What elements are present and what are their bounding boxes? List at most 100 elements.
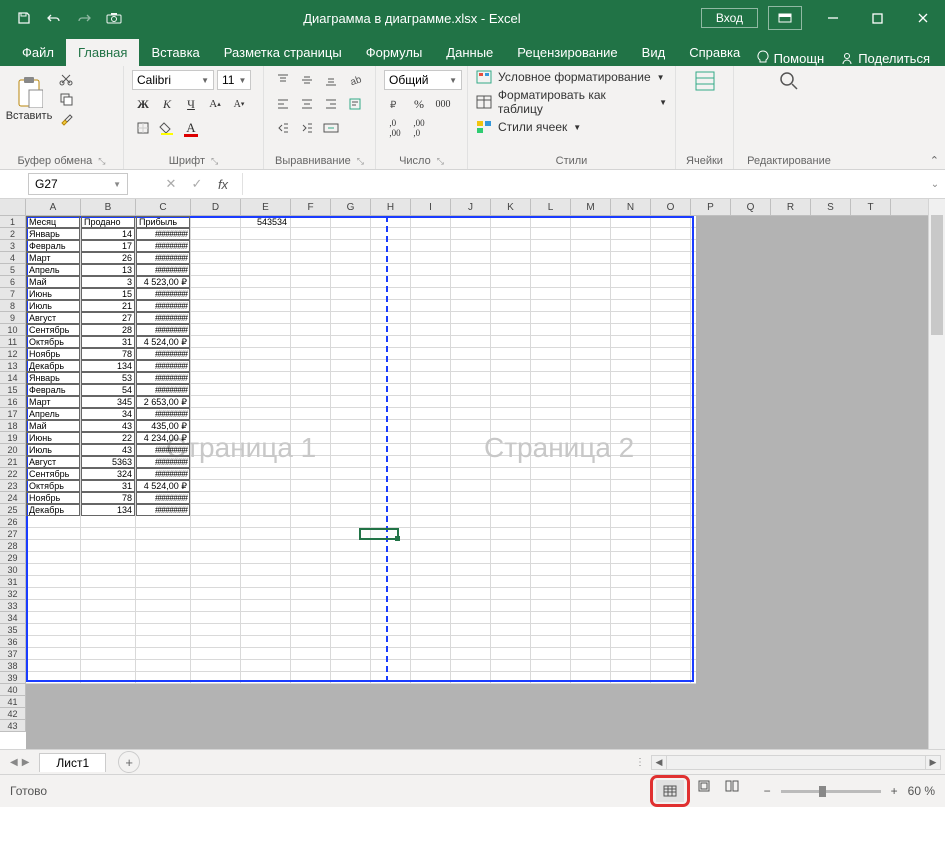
merge-cells-icon[interactable]	[320, 118, 342, 138]
maximize-button[interactable]	[855, 0, 900, 36]
table-cell[interactable]: 324	[81, 468, 135, 480]
tab-formulas[interactable]: Формулы	[354, 39, 435, 66]
row-header[interactable]: 32	[0, 588, 26, 600]
table-cell[interactable]: Апрель	[26, 264, 80, 276]
table-cell[interactable]: 43	[81, 420, 135, 432]
column-header[interactable]: H	[371, 199, 411, 215]
table-cell[interactable]: Прибыль	[136, 216, 190, 228]
copy-button[interactable]	[56, 90, 76, 108]
row-header[interactable]: 2	[0, 228, 26, 240]
borders-button[interactable]	[132, 118, 154, 138]
row-header[interactable]: 18	[0, 420, 26, 432]
row-header[interactable]: 7	[0, 288, 26, 300]
row-header[interactable]: 11	[0, 336, 26, 348]
table-cell[interactable]: ########	[136, 252, 190, 264]
paste-button[interactable]: Вставить	[8, 70, 50, 128]
table-cell[interactable]: Июль	[26, 300, 80, 312]
column-header[interactable]: C	[136, 199, 191, 215]
align-center-icon[interactable]	[296, 94, 318, 114]
table-cell[interactable]: 134	[81, 504, 135, 516]
page-layout-view-button[interactable]	[690, 775, 718, 797]
table-cell[interactable]: ########	[136, 504, 190, 516]
minimize-button[interactable]	[810, 0, 855, 36]
cancel-formula-icon[interactable]: ✕	[158, 173, 184, 195]
table-cell[interactable]: 435,00 ₽	[136, 420, 190, 432]
table-cell[interactable]: ########	[136, 408, 190, 420]
row-header[interactable]: 1	[0, 216, 26, 228]
table-cell[interactable]: ########	[136, 324, 190, 336]
table-cell[interactable]: Май	[26, 276, 80, 288]
table-cell[interactable]: Февраль	[26, 384, 80, 396]
table-cell[interactable]: ########	[136, 228, 190, 240]
column-header[interactable]: F	[291, 199, 331, 215]
row-header[interactable]: 6	[0, 276, 26, 288]
row-header[interactable]: 42	[0, 708, 26, 720]
number-format-combo[interactable]: Общий▼	[384, 70, 462, 90]
conditional-formatting-button[interactable]: Условное форматирование ▼	[476, 70, 665, 84]
table-cell[interactable]: 13	[81, 264, 135, 276]
dialog-launcher-icon[interactable]: ⤡	[98, 156, 105, 167]
table-cell[interactable]: Ноябрь	[26, 492, 80, 504]
column-header[interactable]: P	[691, 199, 731, 215]
fx-icon[interactable]: fx	[210, 173, 236, 195]
align-middle-icon[interactable]	[296, 70, 318, 90]
table-cell[interactable]: 5363	[81, 456, 135, 468]
table-cell[interactable]: Август	[26, 312, 80, 324]
table-cell[interactable]: ########	[136, 300, 190, 312]
zoom-in-button[interactable]: +	[891, 784, 898, 798]
vertical-scrollbar[interactable]	[928, 199, 945, 749]
table-cell[interactable]: Декабрь	[26, 504, 80, 516]
zoom-level[interactable]: 60 %	[908, 784, 935, 798]
dialog-launcher-icon[interactable]: ⤡	[211, 156, 218, 167]
column-header[interactable]: M	[571, 199, 611, 215]
row-header[interactable]: 19	[0, 432, 26, 444]
table-cell[interactable]: 134	[81, 360, 135, 372]
row-header[interactable]: 33	[0, 600, 26, 612]
collapse-ribbon-icon[interactable]: ⌃	[930, 154, 939, 167]
table-cell[interactable]: 21	[81, 300, 135, 312]
table-cell[interactable]: Март	[26, 396, 80, 408]
table-cell[interactable]: ########	[136, 360, 190, 372]
tab-help[interactable]: Справка	[677, 39, 752, 66]
find-button[interactable]	[778, 70, 800, 92]
table-cell[interactable]: 31	[81, 480, 135, 492]
table-cell[interactable]: Июль	[26, 444, 80, 456]
tell-me[interactable]: Помощн	[756, 50, 825, 66]
table-cell[interactable]: 28	[81, 324, 135, 336]
column-header[interactable]: E	[241, 199, 291, 215]
column-header[interactable]: Q	[731, 199, 771, 215]
table-cell[interactable]: 34	[81, 408, 135, 420]
add-sheet-button[interactable]: +	[118, 751, 140, 773]
wrap-text-icon[interactable]	[344, 94, 366, 114]
column-header[interactable]: R	[771, 199, 811, 215]
table-cell[interactable]: ########	[136, 456, 190, 468]
page-break-view-button[interactable]	[718, 775, 746, 797]
column-header[interactable]: G	[331, 199, 371, 215]
sheet-nav-prev-icon[interactable]: ◀	[10, 757, 18, 768]
row-header[interactable]: 21	[0, 456, 26, 468]
table-cell[interactable]: ########	[136, 372, 190, 384]
align-top-icon[interactable]	[272, 70, 294, 90]
increase-font-icon[interactable]: A▴	[204, 94, 226, 114]
row-header[interactable]: 10	[0, 324, 26, 336]
table-cell[interactable]: 543534	[241, 216, 289, 228]
column-header[interactable]: B	[81, 199, 136, 215]
cells-button[interactable]	[694, 70, 716, 92]
enter-formula-icon[interactable]: ✓	[184, 173, 210, 195]
row-header[interactable]: 8	[0, 300, 26, 312]
row-header[interactable]: 12	[0, 348, 26, 360]
share-button[interactable]: Поделиться	[840, 51, 930, 66]
table-cell[interactable]: 345	[81, 396, 135, 408]
table-cell[interactable]: ########	[136, 384, 190, 396]
cell-styles-button[interactable]: Стили ячеек ▼	[476, 120, 581, 134]
horizontal-scrollbar[interactable]: ◀▶	[651, 755, 941, 770]
table-cell[interactable]: ########	[136, 312, 190, 324]
tab-data[interactable]: Данные	[434, 39, 505, 66]
tab-insert[interactable]: Вставка	[139, 39, 211, 66]
sheet-nav-next-icon[interactable]: ▶	[22, 757, 30, 768]
table-cell[interactable]: 54	[81, 384, 135, 396]
row-header[interactable]: 25	[0, 504, 26, 516]
row-header[interactable]: 38	[0, 660, 26, 672]
ribbon-display-icon[interactable]	[768, 6, 802, 30]
zoom-slider[interactable]	[781, 790, 881, 793]
